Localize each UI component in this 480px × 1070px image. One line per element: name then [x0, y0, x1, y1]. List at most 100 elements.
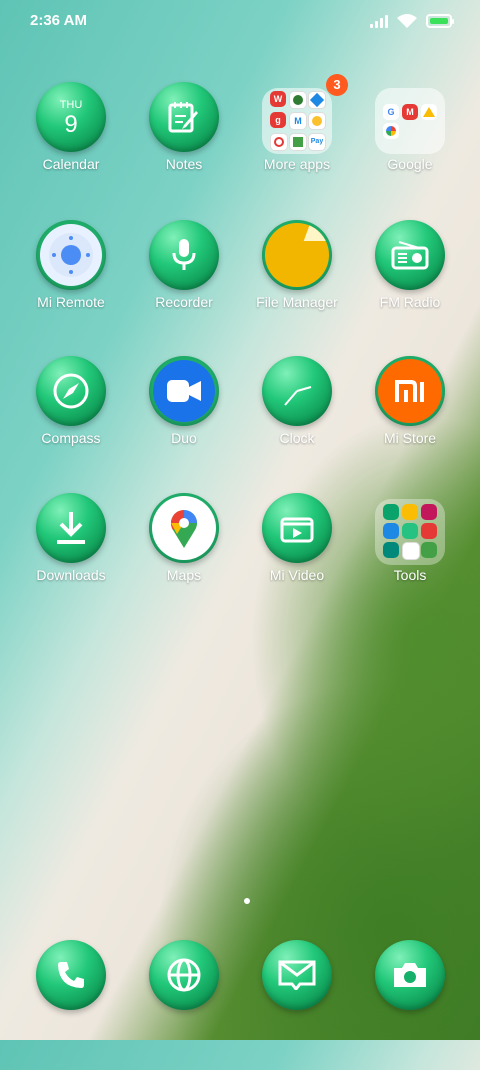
clock-icon [262, 356, 332, 426]
maps-icon [149, 493, 219, 563]
mipay-icon: Pay [308, 133, 326, 151]
page-indicator [244, 898, 250, 904]
app-clock[interactable]: Clock [240, 356, 354, 486]
signal-icon [370, 14, 388, 28]
notification-badge: 3 [326, 74, 348, 96]
globe-glyph [167, 958, 201, 992]
status-bar: 2:36 AM [0, 0, 480, 44]
youtube-icon [421, 523, 437, 539]
folder-icon [262, 220, 332, 290]
video-icon [262, 493, 332, 563]
app-calendar[interactable]: THU 9 Calendar [14, 82, 128, 212]
opera-icon [270, 133, 288, 151]
radio-icon [375, 220, 445, 290]
dock-browser[interactable] [127, 940, 241, 1070]
mi-store-icon [375, 356, 445, 426]
app-label: More apps [263, 156, 331, 172]
dock-messaging[interactable] [240, 940, 354, 1070]
app-label: Google [387, 156, 433, 172]
dock-camera[interactable] [353, 940, 467, 1070]
battery-icon [426, 14, 454, 28]
contacts-icon [383, 523, 399, 539]
dock-phone[interactable] [14, 940, 128, 1070]
app-label: Mi Remote [37, 294, 105, 310]
clapperboard-glyph [280, 517, 314, 543]
app-mi-store[interactable]: Mi Store [353, 356, 467, 486]
app-downloads[interactable]: Downloads [14, 493, 128, 623]
app-notes[interactable]: Notes [127, 82, 241, 212]
notes-icon [149, 82, 219, 152]
download-arrow-glyph [57, 512, 85, 544]
app-label: Duo [171, 430, 197, 446]
messaging-icon [262, 940, 332, 1010]
video-camera-glyph [167, 380, 201, 402]
clock-hands-glyph [284, 386, 312, 406]
folder-preview: W g M Pay [262, 88, 332, 154]
play-icon [402, 504, 418, 520]
status-time: 2:36 AM [30, 12, 87, 29]
wps-icon: W [270, 91, 286, 107]
folder-tools[interactable]: Tools [353, 493, 467, 623]
app-label: Maps [166, 567, 202, 583]
drive-icon [421, 103, 437, 120]
wifi-icon [397, 14, 417, 28]
security-icon [402, 523, 418, 539]
remote-dial-glyph [49, 233, 93, 277]
phone-icon [36, 940, 106, 1010]
feedback-icon [421, 542, 437, 558]
chrome-icon [289, 91, 307, 109]
photos-icon [308, 112, 326, 130]
download-icon [36, 493, 106, 563]
getapps-icon: g [270, 112, 286, 128]
app-maps[interactable]: Maps [127, 493, 241, 623]
compass-glyph [53, 373, 89, 409]
app-file-manager[interactable]: File Manager [240, 220, 354, 350]
notepad-glyph [168, 102, 198, 133]
mic-glyph [172, 239, 196, 270]
photos-icon [383, 122, 399, 139]
tv-icon [383, 542, 399, 558]
handset-glyph [58, 962, 84, 988]
scanner-icon [383, 504, 399, 520]
app-label: Calendar [42, 156, 100, 172]
app-mi-video[interactable]: Mi Video [240, 493, 354, 623]
app-compass[interactable]: Compass [14, 356, 128, 486]
app-label: Tools [393, 567, 427, 583]
app-label: Clock [279, 430, 315, 446]
app-label: Notes [165, 156, 203, 172]
app-mi-remote[interactable]: Mi Remote [14, 220, 128, 350]
app-label: Mi Store [383, 430, 437, 446]
app-label: Compass [41, 430, 101, 446]
map-pin-glyph [170, 509, 197, 548]
envelope-glyph [278, 960, 316, 990]
app-duo[interactable]: Duo [127, 356, 241, 486]
google-icon: G [383, 103, 399, 120]
calendar-date: 9 [64, 111, 78, 138]
chrome-icon [402, 542, 420, 560]
radio-glyph [391, 241, 429, 270]
folder-preview: G M [375, 88, 445, 154]
mi-remote-icon [36, 220, 106, 290]
camera-glyph [394, 963, 426, 987]
app-label: File Manager [256, 294, 338, 310]
app-label: Mi Video [269, 567, 325, 583]
folder-preview [375, 499, 445, 565]
playgames-icon [289, 133, 307, 151]
microphone-icon [149, 220, 219, 290]
mi-logo-glyph [395, 380, 424, 402]
calendar-day: THU [59, 99, 83, 111]
app-label: Recorder [155, 294, 213, 310]
app-label: FM Radio [379, 294, 441, 310]
pinwheel-icon [308, 91, 326, 109]
music-icon [421, 504, 437, 520]
folder-google[interactable]: G M Google [353, 82, 467, 212]
app-label: Downloads [36, 567, 106, 583]
duo-icon [149, 356, 219, 426]
folder-more-apps[interactable]: W g M Pay 3 More apps [240, 74, 354, 212]
calendar-icon: THU 9 [36, 82, 106, 152]
app-fm-radio[interactable]: FM Radio [353, 220, 467, 350]
status-icons [370, 13, 454, 29]
gmail-icon: M [402, 103, 418, 120]
app-recorder[interactable]: Recorder [127, 220, 241, 350]
mi-icon: M [289, 112, 307, 130]
